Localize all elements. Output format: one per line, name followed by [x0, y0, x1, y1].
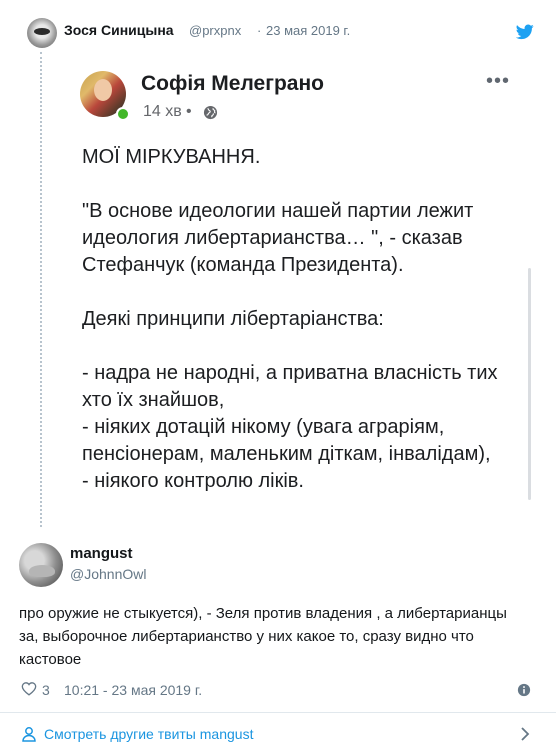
more-tweets-label[interactable]: Смотреть другие твиты mangust — [44, 726, 253, 742]
reply-timestamp[interactable]: 10:21 - 23 мая 2019 г. — [64, 682, 202, 698]
embedded-scrollbar — [528, 268, 531, 500]
globe-icon — [203, 105, 218, 120]
embedded-dot-separator: • — [186, 103, 192, 120]
more-options-icon: ••• — [486, 70, 511, 92]
user-icon — [22, 727, 36, 742]
thread-connector-line — [40, 52, 42, 527]
twitter-bird-icon[interactable] — [516, 24, 534, 40]
online-status-dot — [116, 107, 130, 121]
embedded-fade-overlay — [64, 505, 540, 528]
embedded-post-time: 14 хв — [143, 103, 182, 120]
reply-text: про оружие не стыкуется), - Зеля против … — [19, 605, 507, 668]
reply-author-avatar[interactable] — [19, 543, 63, 587]
parent-author-avatar[interactable] — [27, 18, 57, 48]
parent-author-name[interactable]: Зося Синицына — [64, 22, 174, 38]
info-icon[interactable] — [517, 683, 531, 697]
reply-author-handle[interactable]: @JohnnOwl — [70, 566, 146, 582]
chevron-right-icon[interactable] — [520, 727, 530, 741]
like-count[interactable]: 3 — [42, 682, 50, 698]
parent-separator: · — [257, 23, 262, 38]
heart-icon[interactable] — [21, 681, 37, 696]
embedded-post-text: МОЇ МІРКУВАННЯ. "В основе идеологии наше… — [82, 146, 498, 492]
parent-author-handle[interactable]: @prxpnx — [189, 23, 241, 38]
footer-divider — [0, 712, 556, 713]
reply-author-name[interactable]: mangust — [70, 545, 133, 562]
embedded-author-name: Софія Мелеграно — [141, 72, 324, 95]
parent-tweet-date[interactable]: 23 мая 2019 г. — [266, 23, 350, 38]
